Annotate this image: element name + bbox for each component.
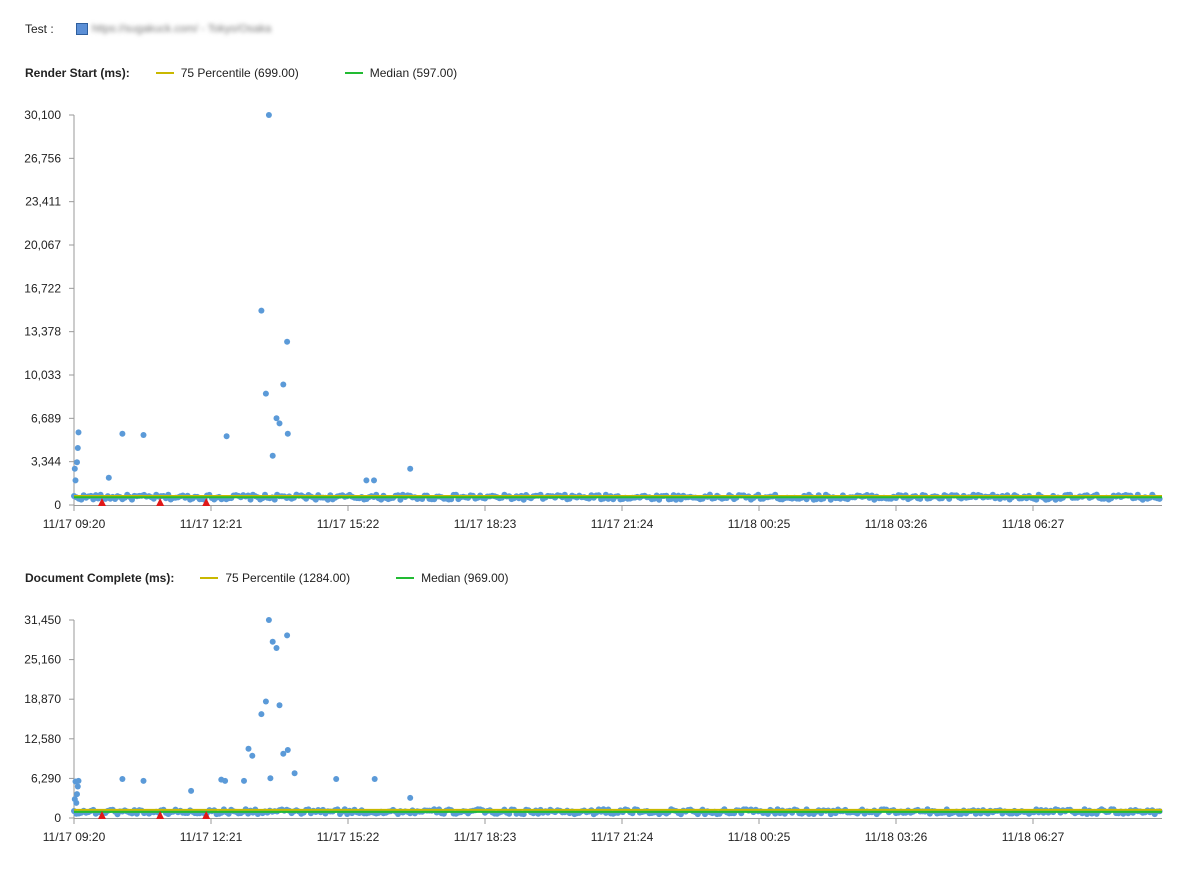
test-row: Test : https://sugakuck.com/ - Tokyo/Osa…	[25, 19, 271, 39]
outlier-point	[188, 787, 195, 794]
test-color-swatch	[75, 23, 88, 35]
outlier-point	[105, 474, 112, 481]
legend-median-line-icon	[344, 72, 363, 74]
y-tick-label: 13,378	[24, 325, 61, 339]
y-tick-label: 23,411	[25, 195, 61, 209]
outlier-point	[265, 112, 272, 118]
x-tick-label: 11/18 03:26	[865, 517, 928, 531]
legend-75-line-icon	[200, 577, 219, 579]
y-tick-label: 0	[54, 811, 61, 825]
outlier-point	[72, 477, 79, 484]
x-tick-label: 11/18 03:26	[865, 830, 928, 844]
y-tick-label: 26,756	[24, 151, 61, 165]
outlier-point	[119, 776, 126, 782]
y-tick-label: 20,067	[24, 238, 61, 252]
legend-median-line-icon	[396, 577, 415, 579]
outlier-point	[74, 783, 81, 790]
y-tick-label: 6,689	[31, 411, 61, 425]
y-tick-label: 10,033	[24, 368, 61, 382]
document-complete-header: Document Complete (ms): 75 Percentile (1…	[25, 568, 554, 588]
outlier-point	[245, 745, 252, 752]
legend-75-line-icon	[155, 72, 174, 74]
x-tick-label: 11/17 18:23	[454, 830, 517, 844]
legend-75-label: 75 Percentile (699.00)	[180, 66, 299, 80]
x-tick-label: 11/17 09:20	[43, 517, 106, 531]
x-tick-label: 11/17 12:21	[180, 830, 243, 844]
test-label: Test :	[25, 22, 54, 36]
x-tick-label: 11/18 00:25	[728, 517, 791, 531]
y-tick-label: 6,290	[31, 771, 61, 785]
legend-median-label: Median (597.00)	[369, 66, 458, 80]
outlier-point	[74, 459, 80, 466]
outlier-point	[276, 420, 283, 427]
outlier-point	[276, 702, 283, 709]
outlier-point	[258, 307, 265, 314]
y-tick-label: 16,722	[24, 281, 61, 295]
outlier-point	[284, 747, 291, 753]
outlier-point	[140, 777, 147, 784]
outlier-point	[71, 465, 78, 472]
x-tick-label: 11/17 12:21	[180, 517, 243, 531]
outlier-point	[273, 415, 280, 422]
x-tick-label: 11/17 18:23	[454, 517, 517, 531]
outlier-point	[407, 794, 414, 801]
legend-median[interactable]: Median (597.00)	[344, 66, 458, 80]
outlier-point	[265, 617, 272, 623]
legend-75-percentile[interactable]: 75 Percentile (699.00)	[155, 66, 299, 80]
outlier-point	[262, 698, 269, 705]
outlier-point	[140, 432, 147, 438]
outlier-point	[273, 645, 280, 651]
outlier-point	[267, 775, 274, 782]
outlier-point	[284, 430, 291, 437]
test-url[interactable]: https://sugakuck.com/ - Tokyo/Osaka	[92, 23, 272, 35]
document-complete-chart: 31,450 25,160 18,870 12,580 6,290 0 11/17 09:2…	[24, 613, 1163, 844]
outlier-point	[284, 632, 291, 639]
y-tick-label: 12,580	[24, 732, 61, 746]
x-tick-label: 11/17 15:22	[317, 517, 380, 531]
outlier-point	[75, 429, 82, 436]
legend-75-label: 75 Percentile (1284.00)	[225, 571, 351, 585]
outlier-point	[249, 752, 256, 759]
x-tick-label: 11/17 21:24	[591, 830, 654, 844]
outlier-point	[291, 770, 298, 777]
x-tick-label: 11/17 09:20	[43, 830, 106, 844]
outlier-point	[73, 799, 80, 806]
outlier-point	[74, 445, 81, 451]
outlier-point	[269, 452, 276, 459]
legend-75-percentile[interactable]: 75 Percentile (1284.00)	[200, 571, 350, 585]
outlier-point	[371, 776, 378, 782]
x-tick-label: 11/17 21:24	[591, 517, 654, 531]
outlier-point	[363, 477, 370, 484]
outlier-point	[241, 777, 247, 784]
x-tick-label: 11/18 06:27	[1002, 517, 1065, 531]
y-tick-label: 25,160	[24, 653, 61, 667]
outlier-point	[119, 430, 126, 437]
y-tick-label: 18,870	[24, 692, 61, 706]
y-tick-label: 0	[54, 498, 61, 512]
x-tick-label: 11/17 15:22	[317, 830, 380, 844]
y-tick-label: 3,344	[31, 455, 61, 469]
x-tick-label: 11/18 00:25	[728, 830, 791, 844]
render-start-chart: 30,100 26,756 23,411 20,067 16,722 13,378 10,0…	[24, 108, 1163, 531]
outlier-point	[75, 777, 82, 784]
legend-median-label: Median (969.00)	[421, 571, 509, 585]
y-tick-label: 30,100	[24, 108, 61, 122]
outlier-point	[280, 381, 287, 388]
outlier-point	[262, 390, 269, 397]
outlier-point	[284, 338, 291, 345]
document-complete-title: Document Complete (ms):	[25, 571, 175, 585]
render-start-header: Render Start (ms): 75 Percentile (699.00…	[25, 63, 503, 83]
outlier-point	[269, 638, 276, 645]
legend-median[interactable]: Median (969.00)	[396, 571, 508, 585]
x-tick-label: 11/18 06:27	[1002, 830, 1065, 844]
outlier-point	[74, 791, 80, 798]
outlier-point	[222, 777, 229, 784]
outlier-point	[371, 477, 377, 484]
render-start-title: Render Start (ms):	[25, 66, 130, 80]
y-tick-label: 31,450	[24, 613, 61, 627]
outlier-point	[407, 465, 414, 472]
outlier-point	[223, 433, 230, 440]
outlier-point	[258, 711, 265, 718]
outlier-point	[333, 776, 340, 782]
